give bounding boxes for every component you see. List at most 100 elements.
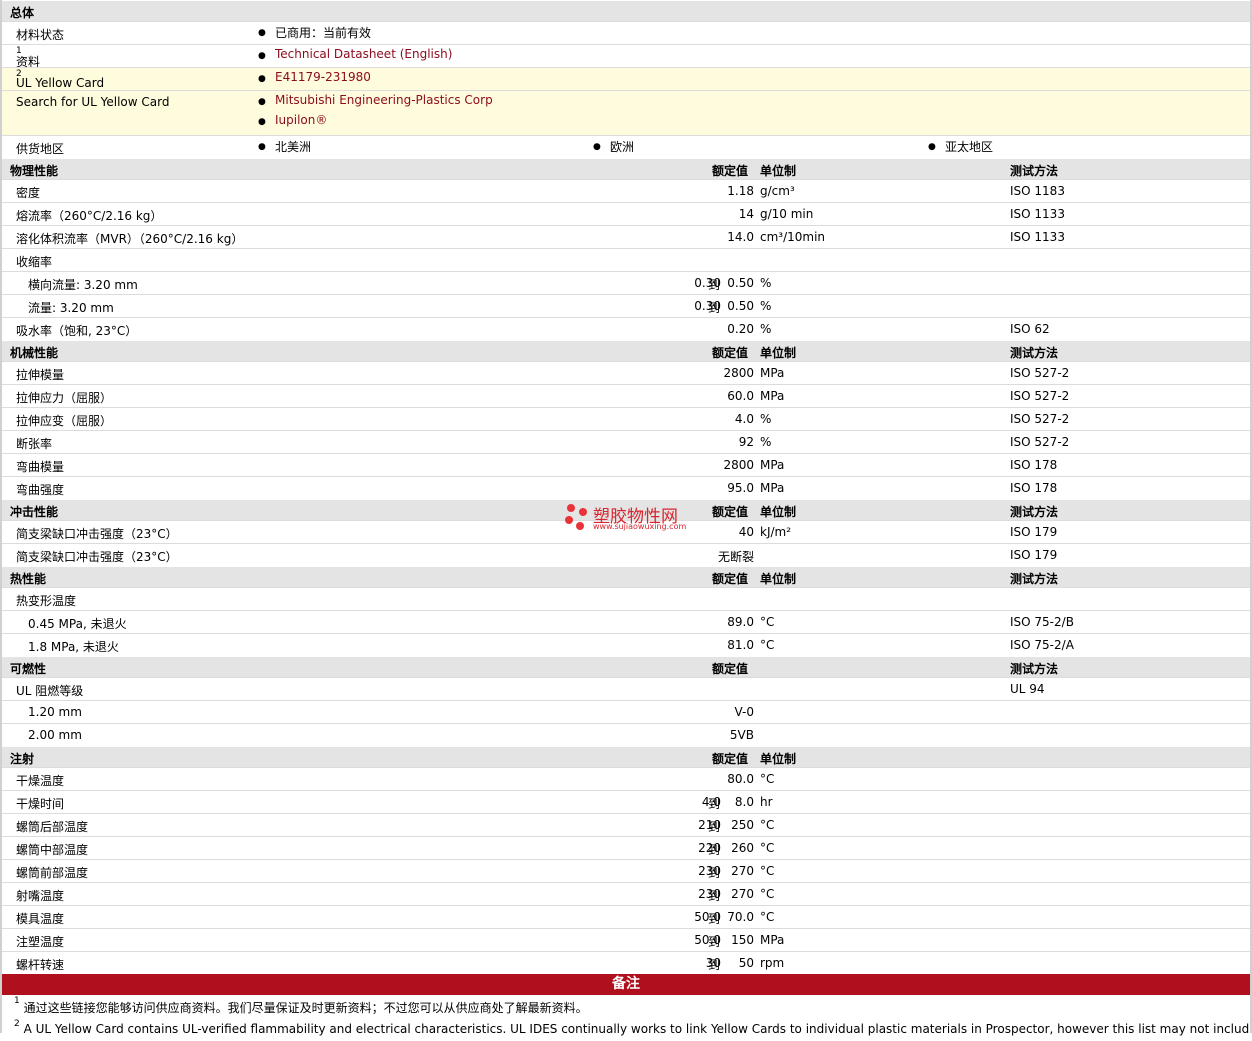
- nominal-header: 额定值: [712, 164, 749, 178]
- property-label: 熔流率（260°C/2.16 kg）: [16, 209, 163, 223]
- table-row: 螺筒前部温度 230 到 270 °C: [0, 859, 1252, 882]
- section-title: 热性能: [10, 572, 47, 586]
- footnote-text: 1 通过这些链接您能够访问供应商资料。我们尽量保证及时更新资料；不过您可以从供应…: [14, 996, 588, 1016]
- section-header-injection: 注射 额定值 单位制: [0, 746, 1252, 767]
- nominal-value: 92: [738, 435, 754, 449]
- nominal-header: 额定值: [712, 505, 749, 519]
- footnote-1: 1 通过这些链接您能够访问供应商资料。我们尽量保证及时更新资料；不过您可以从供应…: [0, 995, 1252, 1018]
- table-row: 吸水率（饱和, 23°C） 0.20% ISO 62: [0, 317, 1252, 340]
- unit: °C: [760, 887, 775, 901]
- property-label: 密度: [16, 186, 41, 200]
- region-asia-pacific: 亚太地区: [945, 140, 994, 154]
- table-row: 1.8 MPa, 未退火 81.0 °C ISO 75-2/A: [0, 633, 1252, 656]
- footnote-ref: 1: [16, 46, 22, 56]
- test-method: ISO 178: [1010, 458, 1058, 472]
- unit: MPa: [760, 481, 785, 495]
- unit: cm³/10min: [760, 230, 826, 244]
- unit: °C: [760, 818, 775, 832]
- section-header-flammability: 可燃性 额定值 测试方法: [0, 656, 1252, 677]
- nominal-value: 2800: [723, 366, 754, 380]
- property-label: 溶化体积流率（MVR）（260°C/2.16 kg）: [16, 232, 244, 246]
- unit: %: [760, 435, 772, 449]
- test-method: ISO 75-2/A: [1010, 638, 1074, 652]
- property-label: 射嘴温度: [16, 889, 65, 903]
- range-end: 0.50: [727, 276, 754, 290]
- property-label: 模具温度: [16, 912, 65, 926]
- unit: °C: [760, 638, 775, 652]
- supplier-link[interactable]: Mitsubishi Engineering-Plastics Corp: [275, 93, 493, 107]
- nominal-header: 额定值: [712, 752, 749, 766]
- property-label: 拉伸应变（屈服）: [16, 414, 113, 428]
- nominal-value: 80.0: [727, 772, 754, 786]
- property-label: 螺筒中部温度: [16, 843, 89, 857]
- section-title: 冲击性能: [10, 505, 59, 519]
- test-method: ISO 75-2/B: [1010, 615, 1074, 629]
- range-to: 到: [708, 797, 721, 811]
- brand-link[interactable]: Iupilon®: [275, 113, 327, 127]
- nominal-value: V-0: [734, 705, 754, 719]
- property-label: 螺筒前部温度: [16, 866, 89, 880]
- nominal-value: 4.0: [734, 412, 754, 426]
- range-to: 到: [708, 912, 721, 926]
- table-row: 热变形温度: [0, 587, 1252, 610]
- table-row: 溶化体积流率（MVR）（260°C/2.16 kg） 14.0 cm³/10min I…: [0, 225, 1252, 248]
- property-label: 收缩率: [16, 255, 53, 269]
- section-title: 注射: [10, 752, 35, 766]
- left-border: [0, 0, 2, 1033]
- unit: MPa: [760, 366, 785, 380]
- method-header: 测试方法: [1010, 505, 1059, 519]
- method-header: 测试方法: [1010, 346, 1059, 360]
- footnote-2: 2 A UL Yellow Card contains UL-verified …: [0, 1018, 1252, 1041]
- range-end: 8.0: [734, 795, 754, 809]
- property-label: 螺杆转速: [16, 958, 65, 972]
- property-label: 弯曲强度: [16, 483, 65, 497]
- range-to: 到: [708, 843, 721, 857]
- unit-header: 单位制: [760, 572, 797, 586]
- footnote-ref: 2: [16, 69, 22, 79]
- range-end: 270: [731, 864, 754, 878]
- table-row: 射嘴温度 230 到 270 °C: [0, 882, 1252, 905]
- range-end: 260: [731, 841, 754, 855]
- unit: °C: [760, 864, 775, 878]
- ul-label: UL Yellow Card: [16, 76, 105, 90]
- test-method: ISO 179: [1010, 525, 1058, 539]
- section-header-physical: 物理性能 额定值 单位制 测试方法: [0, 158, 1252, 179]
- method-header: 测试方法: [1010, 572, 1059, 586]
- unit: °C: [760, 841, 775, 855]
- property-label: 干燥温度: [16, 774, 65, 788]
- table-row: 模具温度 50.0 到 70.0 °C: [0, 905, 1252, 928]
- unit: MPa: [760, 389, 785, 403]
- table-row: 拉伸应力（屈服） 60.0 MPa ISO 527-2: [0, 384, 1252, 407]
- row-label: 供货地区: [16, 142, 65, 156]
- nominal-value: 40: [738, 525, 754, 539]
- table-row: 断张率 92% ISO 527-2: [0, 430, 1252, 453]
- test-method: ISO 527-2: [1010, 412, 1070, 426]
- section-header-general: 总体: [0, 0, 1252, 21]
- range-to: 到: [708, 301, 721, 315]
- test-method: ISO 527-2: [1010, 435, 1070, 449]
- watermark: 塑胶物性网 www.sujiaowuxing.com: [563, 502, 686, 537]
- table-row: 2.00 mm 5VB: [0, 723, 1252, 746]
- unit: MPa: [760, 458, 785, 472]
- table-row: 收缩率: [0, 248, 1252, 271]
- unit: °C: [760, 772, 775, 786]
- status-value: 已商用：当前有效: [275, 26, 372, 40]
- ul-card-link[interactable]: E41179-231980: [275, 70, 371, 84]
- property-label: 注塑温度: [16, 935, 65, 949]
- nominal-value: 5VB: [729, 728, 754, 742]
- datasheet-link[interactable]: Technical Datasheet (English): [275, 47, 452, 61]
- property-label: 吸水率（饱和, 23°C）: [16, 324, 138, 338]
- unit: g/10 min: [760, 207, 814, 221]
- property-label: 流量: 3.20 mm: [28, 301, 114, 315]
- table-row: 密度 1.18 g/cm³ ISO 1183: [0, 179, 1252, 202]
- property-label: 螺筒后部温度: [16, 820, 89, 834]
- table-row: 干燥温度 80.0 °C: [0, 767, 1252, 790]
- test-method: ISO 1133: [1010, 230, 1065, 244]
- section-title: 可燃性: [10, 662, 47, 676]
- range-end: 270: [731, 887, 754, 901]
- unit: %: [760, 322, 772, 336]
- unit: %: [760, 299, 772, 313]
- range-to: 到: [708, 866, 721, 880]
- nominal-value: 89.0: [727, 615, 754, 629]
- section-title: 总体: [10, 6, 35, 20]
